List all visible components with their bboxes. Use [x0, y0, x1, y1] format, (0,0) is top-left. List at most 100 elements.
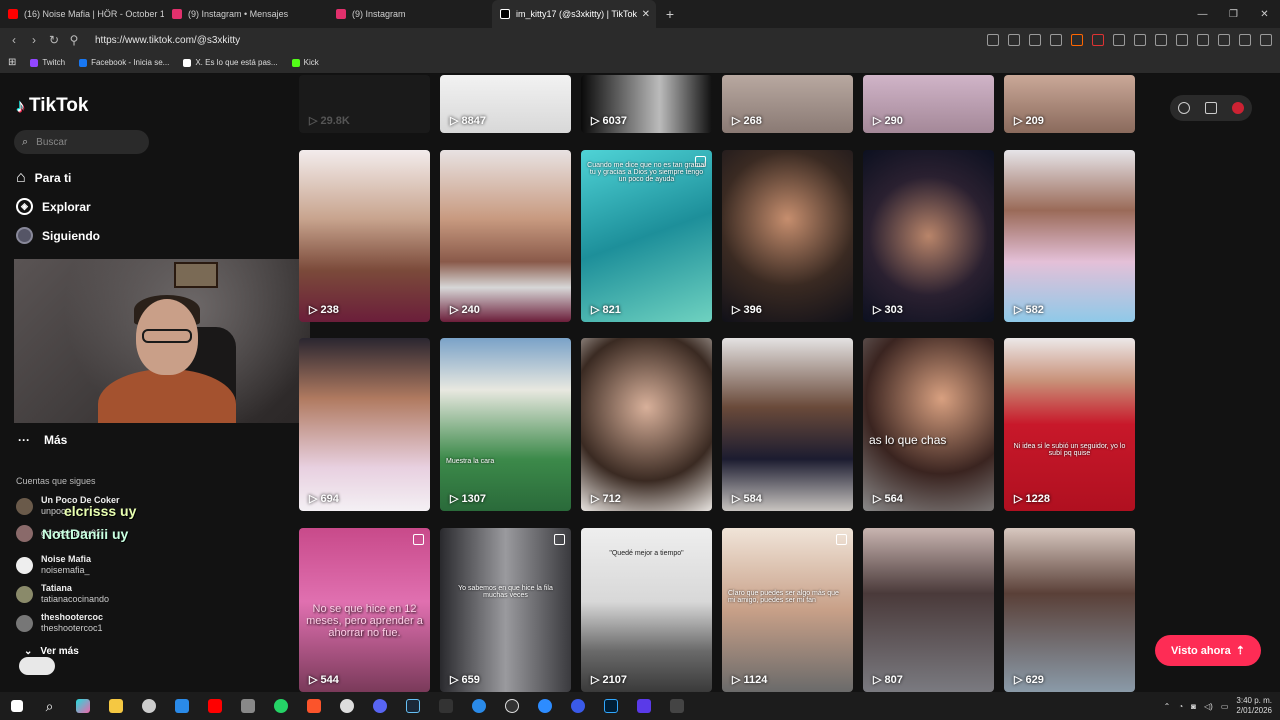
- followed-account[interactable]: Tatiana tatianacocinando: [16, 583, 109, 605]
- share-icon[interactable]: [1050, 34, 1062, 46]
- video-tile[interactable]: ▷ 8847: [440, 75, 571, 133]
- video-tile[interactable]: Yo sabemos en que hice la fila muchas ve…: [440, 528, 571, 692]
- wifi-icon[interactable]: ◔: [1178, 702, 1183, 711]
- copilot-app[interactable]: [66, 692, 99, 720]
- video-tile[interactable]: ▷ 29.8K: [299, 75, 430, 133]
- app-icon[interactable]: [627, 692, 660, 720]
- steam-app[interactable]: [396, 692, 429, 720]
- app-icon[interactable]: [660, 692, 693, 720]
- video-tile[interactable]: "Quedé mejor a tiempo" ▷ 2107: [581, 528, 712, 692]
- browser-tab[interactable]: (16) Noise Mafia | HÖR - October 12: [0, 0, 164, 28]
- menu-icon[interactable]: [1260, 34, 1272, 46]
- whatsapp-app[interactable]: [264, 692, 297, 720]
- messages-toggle[interactable]: [19, 657, 55, 675]
- maximize-button[interactable]: ❐: [1218, 0, 1249, 28]
- video-tile[interactable]: ▷ 694: [299, 338, 430, 511]
- music-icon[interactable]: [1155, 34, 1167, 46]
- sidebar-icon[interactable]: [1176, 34, 1188, 46]
- photoshop-app[interactable]: [594, 692, 627, 720]
- video-tile[interactable]: ▷ 396: [722, 150, 853, 322]
- app-icon[interactable]: [462, 692, 495, 720]
- video-tile[interactable]: Cuando me dice que no es tan gramal tu y…: [581, 150, 712, 322]
- screenshot-icon[interactable]: [1134, 34, 1146, 46]
- video-tile[interactable]: ▷ 582: [1004, 150, 1135, 322]
- explorer-app[interactable]: [99, 692, 132, 720]
- profile-avatar[interactable]: [1232, 102, 1245, 114]
- video-tile[interactable]: ▷ 629: [1004, 528, 1135, 692]
- see-more-button[interactable]: ⌄ Ver más: [24, 646, 79, 657]
- brave-shield-icon[interactable]: [1071, 34, 1083, 46]
- bookmark-kick[interactable]: Kick: [291, 58, 319, 67]
- discord-app[interactable]: [363, 692, 396, 720]
- volume-icon[interactable]: ◁): [1204, 702, 1213, 711]
- new-tab-button[interactable]: +: [656, 6, 684, 22]
- translate-icon[interactable]: [1029, 34, 1041, 46]
- nav-explorar[interactable]: ◈ Explorar: [16, 198, 91, 215]
- app-icon[interactable]: [330, 692, 363, 720]
- video-tile[interactable]: ▷ 6037: [581, 75, 712, 133]
- site-info-icon[interactable]: ⚲: [64, 33, 84, 47]
- rewards-icon[interactable]: [1092, 34, 1104, 46]
- video-tile[interactable]: ▷ 584: [722, 338, 853, 511]
- start-button[interactable]: [0, 692, 33, 720]
- reader-icon[interactable]: [987, 34, 999, 46]
- app-icon[interactable]: [561, 692, 594, 720]
- brave-app[interactable]: [297, 692, 330, 720]
- video-tile[interactable]: ▷ 240: [440, 150, 571, 322]
- visto-ahora-button[interactable]: Visto ahora ⇡: [1155, 635, 1261, 666]
- nav-siguiendo[interactable]: Siguiendo: [16, 227, 100, 244]
- video-tile[interactable]: Claro que puedes ser algo más que mi ami…: [722, 528, 853, 692]
- video-tile[interactable]: ▷ 303: [863, 150, 994, 322]
- video-tile[interactable]: ▷ 712: [581, 338, 712, 511]
- epic-app[interactable]: [429, 692, 462, 720]
- upload-icon[interactable]: [1177, 102, 1190, 114]
- search-taskbar-button[interactable]: ⌕: [33, 692, 66, 720]
- obs-app[interactable]: [495, 692, 528, 720]
- search-input[interactable]: ⌕ Buscar: [14, 130, 149, 154]
- video-tile[interactable]: Ni idea si le subió un seguidor, yo lo s…: [1004, 338, 1135, 511]
- more-menu[interactable]: ··· Más: [18, 433, 67, 447]
- browser-tab[interactable]: (9) Instagram • Mensajes: [164, 0, 328, 28]
- close-window-button[interactable]: ✕: [1249, 0, 1280, 28]
- back-button[interactable]: ‹: [4, 33, 24, 47]
- store-app[interactable]: [165, 692, 198, 720]
- followed-account[interactable]: Noise Mafia noisemafia_: [16, 554, 91, 576]
- cast-icon[interactable]: [1008, 34, 1020, 46]
- video-tile[interactable]: ▷ 209: [1004, 75, 1135, 133]
- app-icon[interactable]: [231, 692, 264, 720]
- video-tile[interactable]: ▷ 268: [722, 75, 853, 133]
- nav-para-ti[interactable]: ⌂ Para ti: [16, 169, 71, 187]
- youtube-app[interactable]: [198, 692, 231, 720]
- forward-button[interactable]: ›: [24, 33, 44, 47]
- apps-icon[interactable]: ⊞: [8, 57, 16, 68]
- vpn-icon[interactable]: [1239, 34, 1251, 46]
- close-tab-icon[interactable]: ✕: [642, 9, 650, 20]
- followed-account[interactable]: theshootercoc theshootercoc1: [16, 612, 103, 634]
- chevron-up-icon[interactable]: ⌃: [1164, 702, 1171, 711]
- video-tile[interactable]: ▷ 807: [863, 528, 994, 692]
- window-controls: — ❐ ✕: [1187, 0, 1280, 28]
- minimize-button[interactable]: —: [1187, 0, 1218, 28]
- device-icon[interactable]: [1204, 102, 1217, 114]
- video-tile[interactable]: ▷ 238: [299, 150, 430, 322]
- extensions-icon[interactable]: [1113, 34, 1125, 46]
- bookmark-twitch[interactable]: Twitch: [30, 58, 65, 67]
- app-icon[interactable]: [132, 692, 165, 720]
- url-field[interactable]: https://www.tiktok.com/@s3xkitty: [95, 35, 240, 46]
- video-tile[interactable]: Muestra la cara ▷ 1307: [440, 338, 571, 511]
- ai-icon[interactable]: [1218, 34, 1230, 46]
- tiktok-logo[interactable]: ♪ TikTok: [16, 95, 88, 117]
- bookmark-x[interactable]: X. Es lo que está pas...: [183, 58, 278, 67]
- clock[interactable]: 3:40 p. m. 2/01/2026: [1236, 696, 1272, 716]
- browser-tab-active[interactable]: im_kitty17 (@s3xkitty) | TikTok ✕: [492, 0, 656, 28]
- browser-tab[interactable]: (9) Instagram: [328, 0, 492, 28]
- video-tile[interactable]: No se que hice en 12 meses, pero aprende…: [299, 528, 430, 692]
- reload-button[interactable]: ↻: [44, 33, 64, 47]
- video-tile[interactable]: as lo que chas ▷ 564: [863, 338, 994, 511]
- mic-icon[interactable]: ◙: [1191, 702, 1196, 711]
- video-tile[interactable]: ▷ 290: [863, 75, 994, 133]
- zoom-app[interactable]: [528, 692, 561, 720]
- bookmark-facebook[interactable]: Facebook - Inicia se...: [79, 58, 169, 67]
- wallet-icon[interactable]: [1197, 34, 1209, 46]
- battery-icon[interactable]: ▭: [1221, 702, 1229, 711]
